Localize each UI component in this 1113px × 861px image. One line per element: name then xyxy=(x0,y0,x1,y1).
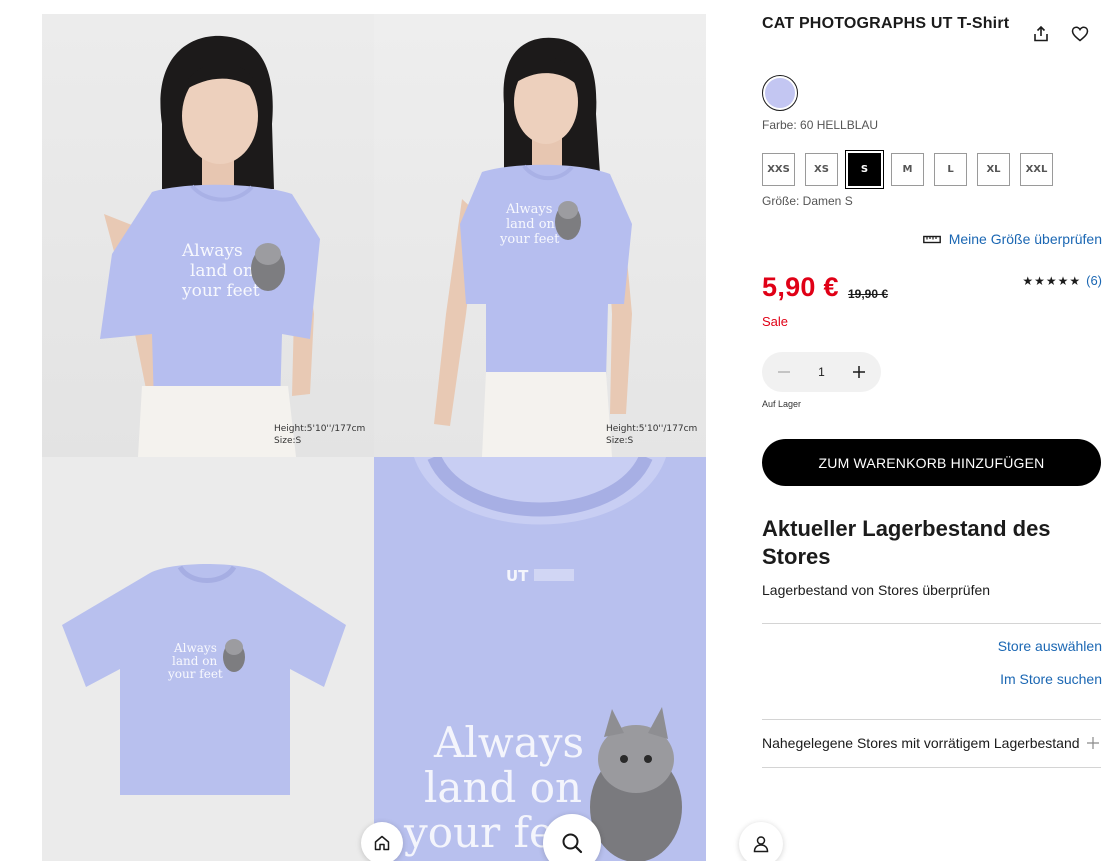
model-photo-2: Always land on your feet xyxy=(434,37,632,457)
sale-price: 5,90 € xyxy=(762,272,839,302)
caption-height: Height:5'10''/177cm xyxy=(274,424,366,434)
plus-icon xyxy=(853,366,865,378)
add-to-cart-button[interactable]: ZUM WARENKORB HINZUFÜGEN xyxy=(762,439,1101,486)
nearby-stores-label: Nahegelegene Stores mit vorrätigem Lager… xyxy=(762,735,1080,751)
store-stock-heading: Aktueller Lagerbestand des Stores xyxy=(762,516,1051,569)
gallery-image-model-2[interactable]: Always land on your feet Height:5'10''/1… xyxy=(374,14,706,457)
print-closeup-photo: UT Always land on your feet xyxy=(374,457,706,861)
decrease-quantity-button[interactable] xyxy=(774,362,794,382)
svg-text:land on: land on xyxy=(172,654,217,668)
account-button[interactable] xyxy=(739,822,783,861)
color-label: Farbe: 60 HELLBLAU xyxy=(762,118,879,132)
account-icon xyxy=(753,836,769,853)
review-count-link[interactable]: (6) xyxy=(1086,273,1102,288)
gallery-image-print-closeup[interactable]: UT Always land on your feet xyxy=(374,457,706,861)
svg-text:land on: land on xyxy=(506,217,556,232)
model-size-caption: Height:5'10''/177cm Size:S xyxy=(274,423,365,447)
size-option-xxs[interactable]: XXS xyxy=(762,153,795,186)
svg-text:UT: UT xyxy=(506,567,529,585)
svg-text:Always: Always xyxy=(181,241,243,261)
svg-text:your feet: your feet xyxy=(167,667,223,681)
expand-plus-icon xyxy=(1087,737,1099,749)
divider xyxy=(762,767,1101,768)
select-store-link[interactable]: Store auswählen xyxy=(998,638,1102,654)
size-check-label: Meine Größe überprüfen xyxy=(948,231,1102,247)
size-option-s[interactable]: S xyxy=(845,150,884,189)
rating-summary[interactable]: ★★★★★ (6) xyxy=(1022,273,1102,288)
caption-height: Height:5'10''/177cm xyxy=(606,424,698,434)
sale-badge: Sale xyxy=(762,314,789,329)
svg-text:Always: Always xyxy=(173,641,217,655)
model-photo-1: Always land on your feet xyxy=(100,35,320,457)
share-button[interactable] xyxy=(1028,21,1054,47)
size-option-l[interactable]: L xyxy=(934,153,967,186)
home-icon xyxy=(374,835,390,851)
svg-text:your feet: your feet xyxy=(499,232,560,247)
star-rating-icon: ★★★★★ xyxy=(1022,273,1082,288)
flat-lay-photo: Always land on your feet xyxy=(62,564,346,795)
size-label: Größe: Damen S xyxy=(762,194,853,208)
heart-icon xyxy=(1071,26,1089,42)
search-icon xyxy=(562,833,583,854)
color-swatch-fill xyxy=(765,78,795,108)
product-title: CAT PHOTOGRAPHS UT T-Shirt xyxy=(762,15,1010,32)
size-option-m[interactable]: M xyxy=(891,153,924,186)
search-in-store-link[interactable]: Im Store suchen xyxy=(1000,671,1102,687)
svg-text:your feet: your feet xyxy=(181,281,260,301)
caption-size: Size:S xyxy=(606,436,634,446)
product-gallery: Always land on your feet Height:5'10''/1… xyxy=(42,14,706,861)
svg-text:land on: land on xyxy=(424,763,582,812)
stock-status: Auf Lager xyxy=(762,399,802,409)
increase-quantity-button[interactable] xyxy=(849,362,869,382)
caption-size: Size:S xyxy=(274,436,302,446)
size-check-link[interactable]: Meine Größe überprüfen xyxy=(922,231,1102,247)
gallery-image-model-1[interactable]: Always land on your feet Height:5'10''/1… xyxy=(42,14,374,457)
model-size-caption: Height:5'10''/177cm Size:S xyxy=(606,423,697,447)
quantity-value[interactable]: 1 xyxy=(818,365,825,379)
size-selector: XXS XS S M L XL XXL xyxy=(762,150,1053,189)
quantity-stepper: 1 xyxy=(762,352,881,392)
color-swatch-hellblau[interactable] xyxy=(762,75,798,111)
product-details-panel: CAT PHOTOGRAPHS UT T-Shirt Farbe: 60 HEL… xyxy=(762,0,1102,861)
nearby-stores-accordion[interactable]: Nahegelegene Stores mit vorrätigem Lager… xyxy=(762,720,1101,766)
size-option-xl[interactable]: XL xyxy=(977,153,1010,186)
minus-icon xyxy=(778,371,790,373)
home-button[interactable] xyxy=(361,822,403,861)
favorite-button[interactable] xyxy=(1067,21,1093,47)
store-stock-subheading: Lagerbestand von Stores überprüfen xyxy=(762,582,991,598)
gallery-image-flat-lay[interactable]: Always land on your feet xyxy=(42,457,374,861)
svg-text:Always: Always xyxy=(505,202,552,217)
divider xyxy=(762,623,1101,624)
ruler-icon xyxy=(922,235,941,244)
size-option-xs[interactable]: XS xyxy=(805,153,838,186)
size-option-xxl[interactable]: XXL xyxy=(1020,153,1053,186)
share-icon xyxy=(1034,25,1048,42)
svg-text:Always: Always xyxy=(433,718,584,767)
original-price: 19,90 € xyxy=(848,287,889,301)
svg-text:land on: land on xyxy=(190,261,254,281)
